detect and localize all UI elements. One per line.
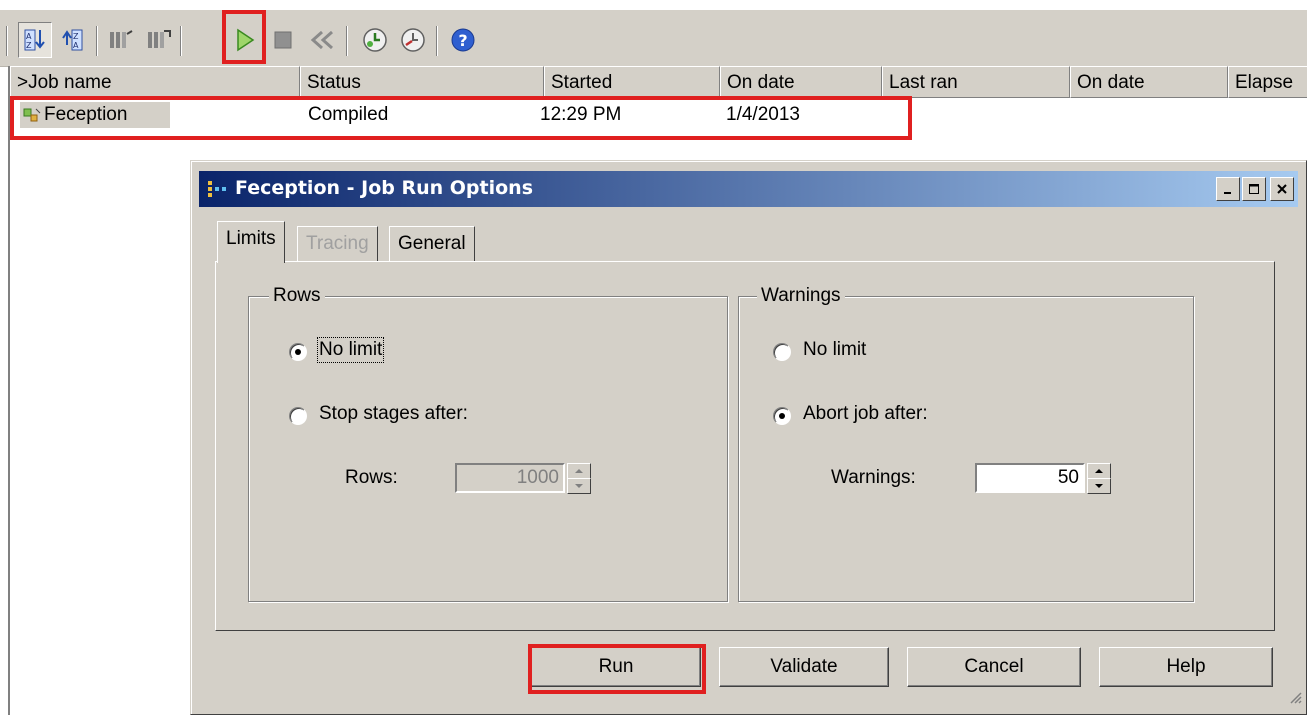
stop-stages-radio[interactable]	[289, 407, 307, 425]
rows-field-label: Rows:	[345, 467, 398, 488]
help-icon[interactable]: ?	[446, 22, 480, 58]
warnings-group: Warnings No limit Abort job after: Warni…	[738, 285, 1194, 602]
job-icon	[22, 100, 42, 130]
cancel-button[interactable]: Cancel	[907, 647, 1081, 687]
toolbar: AZ ZA ?	[0, 10, 1307, 67]
validate-button[interactable]: Validate	[719, 647, 889, 687]
rows-group: Rows No limit Stop stages after: Rows: 1…	[248, 285, 728, 602]
limits-panel: Rows No limit Stop stages after: Rows: 1…	[215, 261, 1275, 631]
rows-group-label: Rows	[269, 285, 325, 307]
help-button[interactable]: Help	[1099, 647, 1273, 687]
properties-2-icon[interactable]	[142, 22, 176, 58]
dialog-titlebar[interactable]: Feception - Job Run Options	[199, 171, 1298, 207]
run-icon[interactable]	[228, 22, 262, 58]
reset-icon	[306, 22, 340, 58]
rows-input: 1000	[455, 463, 565, 493]
column-started[interactable]: Started	[544, 66, 720, 98]
warnings-spin-down-icon[interactable]	[1087, 478, 1111, 494]
column-elapsed[interactable]: Elapse	[1228, 66, 1307, 98]
job-run-options-dialog: Feception - Job Run Options Limits Traci…	[190, 160, 1307, 715]
toolbar-separator	[96, 26, 98, 56]
tab-general[interactable]: General	[389, 226, 475, 262]
no-limit-radio[interactable]	[289, 343, 307, 361]
sort-descending-icon[interactable]: ZA	[56, 22, 90, 58]
list-header: >Job name Status Started On date Last ra…	[10, 66, 1307, 98]
tab-tracing: Tracing	[297, 226, 378, 262]
svg-text:A: A	[73, 41, 79, 50]
warnings-no-limit-radio[interactable]	[773, 343, 791, 361]
warnings-no-limit-label[interactable]: No limit	[803, 339, 866, 361]
run-button[interactable]: Run	[531, 647, 701, 687]
column-on-date[interactable]: On date	[720, 66, 882, 98]
tab-limits[interactable]: Limits	[217, 221, 285, 263]
stop-icon	[266, 22, 300, 58]
abort-job-radio[interactable]	[773, 407, 791, 425]
column-job-name[interactable]: >Job name	[10, 66, 300, 98]
svg-text:A: A	[26, 32, 32, 41]
properties-icon[interactable]	[104, 22, 138, 58]
minimize-icon[interactable]	[1216, 177, 1240, 201]
column-status[interactable]: Status	[300, 66, 544, 98]
job-name[interactable]: Feception	[44, 100, 127, 130]
job-status: Compiled	[308, 104, 389, 125]
dialog-icon	[207, 179, 229, 205]
maximize-icon[interactable]	[1242, 177, 1266, 201]
warnings-group-label: Warnings	[757, 285, 845, 307]
svg-text:Z: Z	[26, 41, 32, 50]
job-started: 12:29 PM	[540, 104, 622, 125]
top-strip	[0, 0, 1307, 10]
toolbar-separator	[346, 26, 348, 56]
rows-spin-down-icon	[567, 478, 591, 494]
job-on-date: 1/4/2013	[726, 104, 800, 125]
toolbar-separator	[436, 26, 438, 56]
abort-job-label[interactable]: Abort job after:	[803, 403, 928, 425]
column-on-date-2[interactable]: On date	[1070, 66, 1228, 98]
sort-ascending-icon[interactable]: AZ	[18, 22, 52, 58]
schedule-icon[interactable]	[358, 22, 392, 58]
warnings-input[interactable]: 50	[975, 463, 1085, 493]
dialog-title: Feception - Job Run Options	[235, 177, 534, 199]
warnings-spin-up-icon[interactable]	[1087, 463, 1111, 479]
toolbar-separator	[180, 26, 182, 56]
svg-text:Z: Z	[73, 32, 79, 41]
stop-stages-label[interactable]: Stop stages after:	[319, 403, 468, 425]
unschedule-icon[interactable]	[396, 22, 430, 58]
resize-grip-icon[interactable]	[1288, 688, 1302, 710]
column-last-ran[interactable]: Last ran	[882, 66, 1070, 98]
close-icon[interactable]	[1270, 177, 1294, 201]
warnings-field-label: Warnings:	[831, 467, 916, 488]
svg-text:?: ?	[458, 31, 467, 50]
toolbar-separator	[6, 26, 8, 56]
no-limit-label[interactable]: No limit	[316, 337, 385, 363]
rows-spin-up-icon	[567, 463, 591, 479]
